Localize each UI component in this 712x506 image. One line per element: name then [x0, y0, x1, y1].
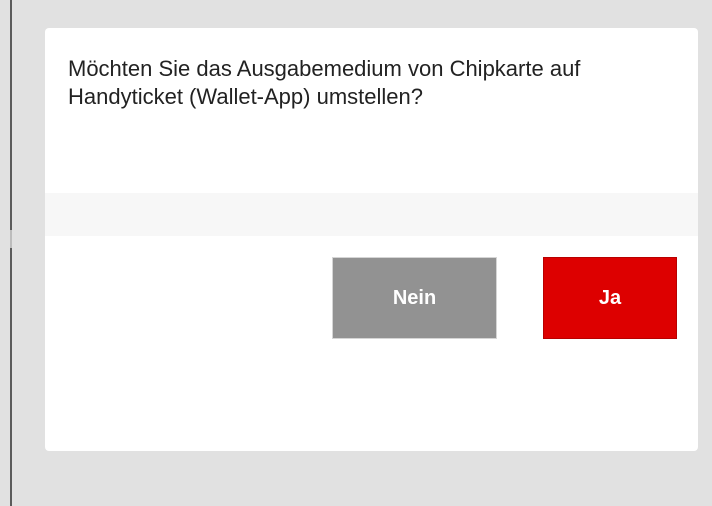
window-edge-gap: [10, 230, 12, 248]
dialog-message: Möchten Sie das Ausgabemedium von Chipka…: [68, 56, 581, 109]
window-edge-line: [10, 0, 12, 506]
background-window-edge: [0, 0, 13, 506]
no-button[interactable]: Nein: [332, 257, 497, 339]
confirmation-dialog: Möchten Sie das Ausgabemedium von Chipka…: [45, 28, 698, 451]
yes-button[interactable]: Ja: [543, 257, 677, 339]
dialog-separator: [45, 193, 698, 236]
